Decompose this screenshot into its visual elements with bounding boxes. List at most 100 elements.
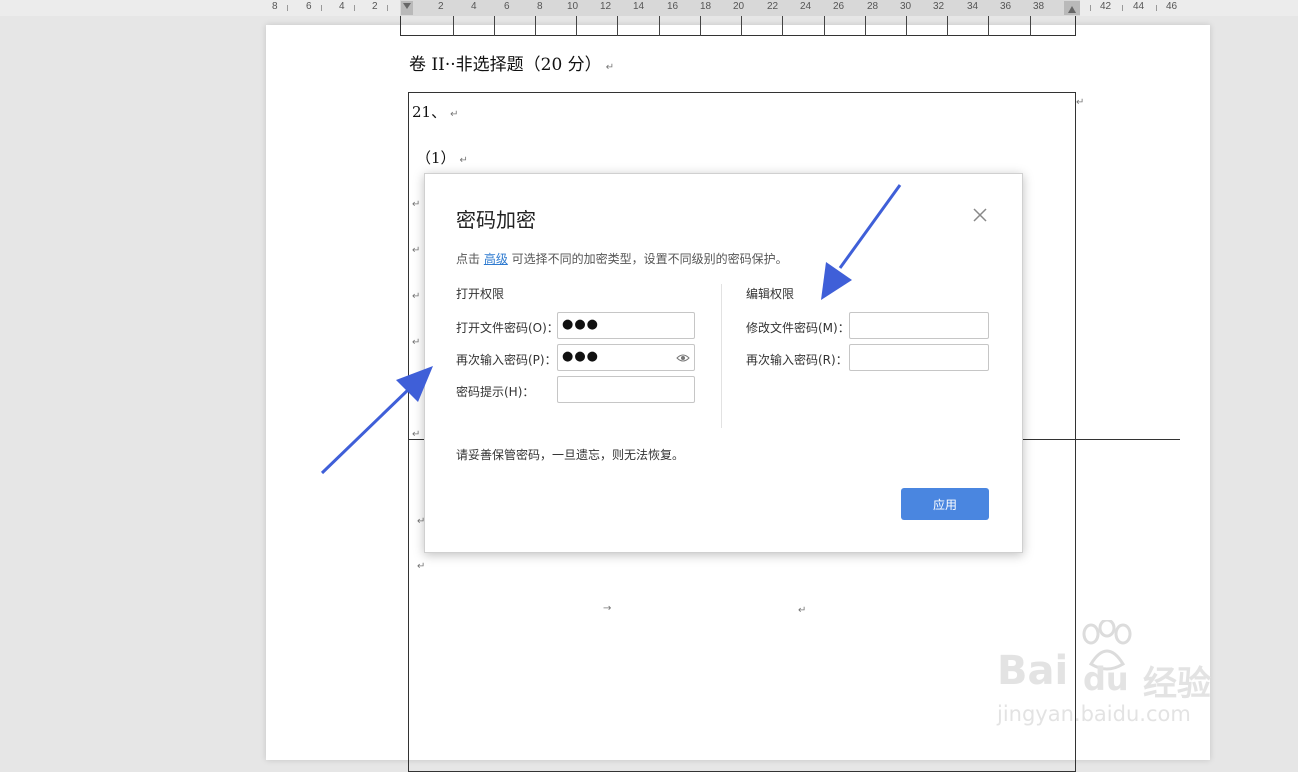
- ruler-number: 26: [833, 1, 845, 12]
- confirm-modify-password-input[interactable]: [849, 344, 989, 371]
- dialog-description: 点击 高级 可选择不同的加密类型，设置不同级别的密码保护。: [456, 250, 788, 267]
- paragraph-mark: ↵: [412, 337, 421, 348]
- paragraph-mark: ↵: [412, 429, 421, 440]
- ruler-number: 6: [306, 1, 312, 12]
- ruler-indent-marker-icon[interactable]: [401, 1, 413, 15]
- ruler-number: 36: [1000, 1, 1012, 12]
- watermark-brand-du: du: [1083, 660, 1129, 698]
- advanced-link[interactable]: 高级: [484, 252, 508, 266]
- ruler-number: 2: [372, 1, 378, 12]
- password-encryption-dialog: 密码加密 点击 高级 可选择不同的加密类型，设置不同级别的密码保护。 打开权限 …: [424, 173, 1023, 553]
- dialog-title: 密码加密: [456, 208, 536, 232]
- watermark-jingyan: 经验: [1143, 664, 1211, 704]
- table-cell-divider: [700, 16, 701, 36]
- ruler-number: 24: [800, 1, 812, 12]
- paragraph-mark: ↵: [417, 561, 426, 572]
- modify-password-label: 修改文件密码(M)：: [746, 321, 850, 335]
- description-prefix: 点击: [456, 252, 484, 266]
- ruler-number: 42: [1100, 1, 1112, 12]
- baidu-watermark: Bai du 经验 jingyan.baidu.com: [995, 620, 1235, 730]
- edit-permission-title: 编辑权限: [746, 287, 795, 301]
- ruler-number: 4: [339, 1, 345, 12]
- table-cell-divider: [741, 16, 742, 36]
- close-icon[interactable]: [971, 206, 989, 224]
- open-password-label: 打开文件密码(O)：: [456, 321, 559, 335]
- ruler-number: 16: [667, 1, 679, 12]
- question-21-part-1: （1） ↵: [416, 147, 468, 168]
- table-cell-divider: [988, 16, 989, 36]
- ruler-number: 38: [1033, 1, 1045, 12]
- table-cell-divider: [535, 16, 536, 36]
- ruler-tick: [1156, 5, 1157, 11]
- ruler-number: 46: [1166, 1, 1178, 12]
- table-cell-divider: [453, 16, 454, 36]
- ruler-tick: [321, 5, 322, 11]
- open-permission-title: 打开权限: [456, 287, 505, 301]
- ruler-number: 30: [900, 1, 912, 12]
- table-cell-divider: [947, 16, 948, 36]
- apply-button[interactable]: 应用: [901, 488, 989, 520]
- description-suffix: 可选择不同的加密类型，设置不同级别的密码保护。: [507, 252, 788, 266]
- horizontal-ruler[interactable]: 8 6 4 2 2 4 6 8 10 12 14 16 18 20 22 24 …: [0, 0, 1298, 16]
- password-hint-label: 密码提示(H)：: [456, 385, 535, 399]
- ruler-number: 20: [733, 1, 745, 12]
- table-cell-divider: [494, 16, 495, 36]
- ruler-number: 4: [471, 1, 477, 12]
- paragraph-mark: ↵: [412, 383, 421, 394]
- paragraph-mark: ↵: [605, 62, 615, 73]
- table-cell-divider: [782, 16, 783, 36]
- ruler-number: 12: [600, 1, 612, 12]
- table-cell-divider: [659, 16, 660, 36]
- ruler-number: 44: [1133, 1, 1145, 12]
- table-cell-divider: [576, 16, 577, 36]
- modify-password-input[interactable]: [849, 312, 989, 339]
- paragraph-mark: ↵: [798, 605, 807, 616]
- ruler-number: 34: [967, 1, 979, 12]
- ruler-number: 8: [272, 1, 278, 12]
- open-password-input[interactable]: ●●●: [557, 312, 695, 339]
- ruler-number: 28: [867, 1, 879, 12]
- paragraph-mark: ↵: [412, 245, 421, 256]
- confirm-open-password-input[interactable]: ●●●: [557, 344, 695, 371]
- password-mask: ●●●: [562, 317, 600, 332]
- question-number: 21、: [412, 103, 447, 121]
- ruler-number: 10: [567, 1, 579, 12]
- table-cell-divider: [617, 16, 618, 36]
- warning-text: 请妥善保管密码，一旦遗忘，则无法恢复。: [456, 448, 685, 462]
- ruler-right-indent-icon[interactable]: [1064, 1, 1080, 15]
- ruler-tick: [1122, 5, 1123, 11]
- password-hint-input[interactable]: [557, 376, 695, 403]
- ruler-tick: [354, 5, 355, 11]
- paragraph-mark: ↵: [412, 291, 421, 302]
- ruler-tick: [287, 5, 288, 11]
- watermark-url: jingyan.baidu.com: [997, 702, 1191, 726]
- section-divider: [721, 284, 722, 428]
- ruler-number: 8: [537, 1, 543, 12]
- ruler-number: 2: [438, 1, 444, 12]
- password-mask: ●●●: [562, 349, 600, 364]
- confirm-modify-password-label: 再次输入密码(R)：: [746, 353, 848, 367]
- eye-icon[interactable]: [676, 351, 690, 365]
- confirm-open-password-label: 再次输入密码(P)：: [456, 353, 557, 367]
- paragraph-mark: ↵: [450, 109, 459, 120]
- paragraph-mark: ↵: [412, 199, 421, 210]
- paragraph-mark: ↵: [459, 155, 468, 166]
- table-bottom-row: [400, 16, 1076, 36]
- watermark-brand: Bai: [997, 648, 1069, 694]
- ruler-tick: [1090, 5, 1091, 11]
- table-cell-divider: [865, 16, 866, 36]
- ruler-number: 32: [933, 1, 945, 12]
- question-21: 21、 ↵: [412, 101, 458, 122]
- sub-question-number: （1）: [416, 149, 456, 167]
- table-cell-divider: [906, 16, 907, 36]
- paragraph-mark: ↵: [1076, 97, 1085, 108]
- ruler-number: 22: [767, 1, 779, 12]
- ruler-number: 14: [633, 1, 645, 12]
- tab-mark: →: [603, 603, 612, 614]
- ruler-tick: [387, 5, 388, 11]
- ruler-number: 6: [504, 1, 510, 12]
- ruler-number: 18: [700, 1, 712, 12]
- section-heading: 卷 II··非选择题（20 分） ↵: [409, 50, 614, 75]
- section-heading-text: 卷 II··非选择题（20 分）: [409, 55, 602, 75]
- table-cell-divider: [824, 16, 825, 36]
